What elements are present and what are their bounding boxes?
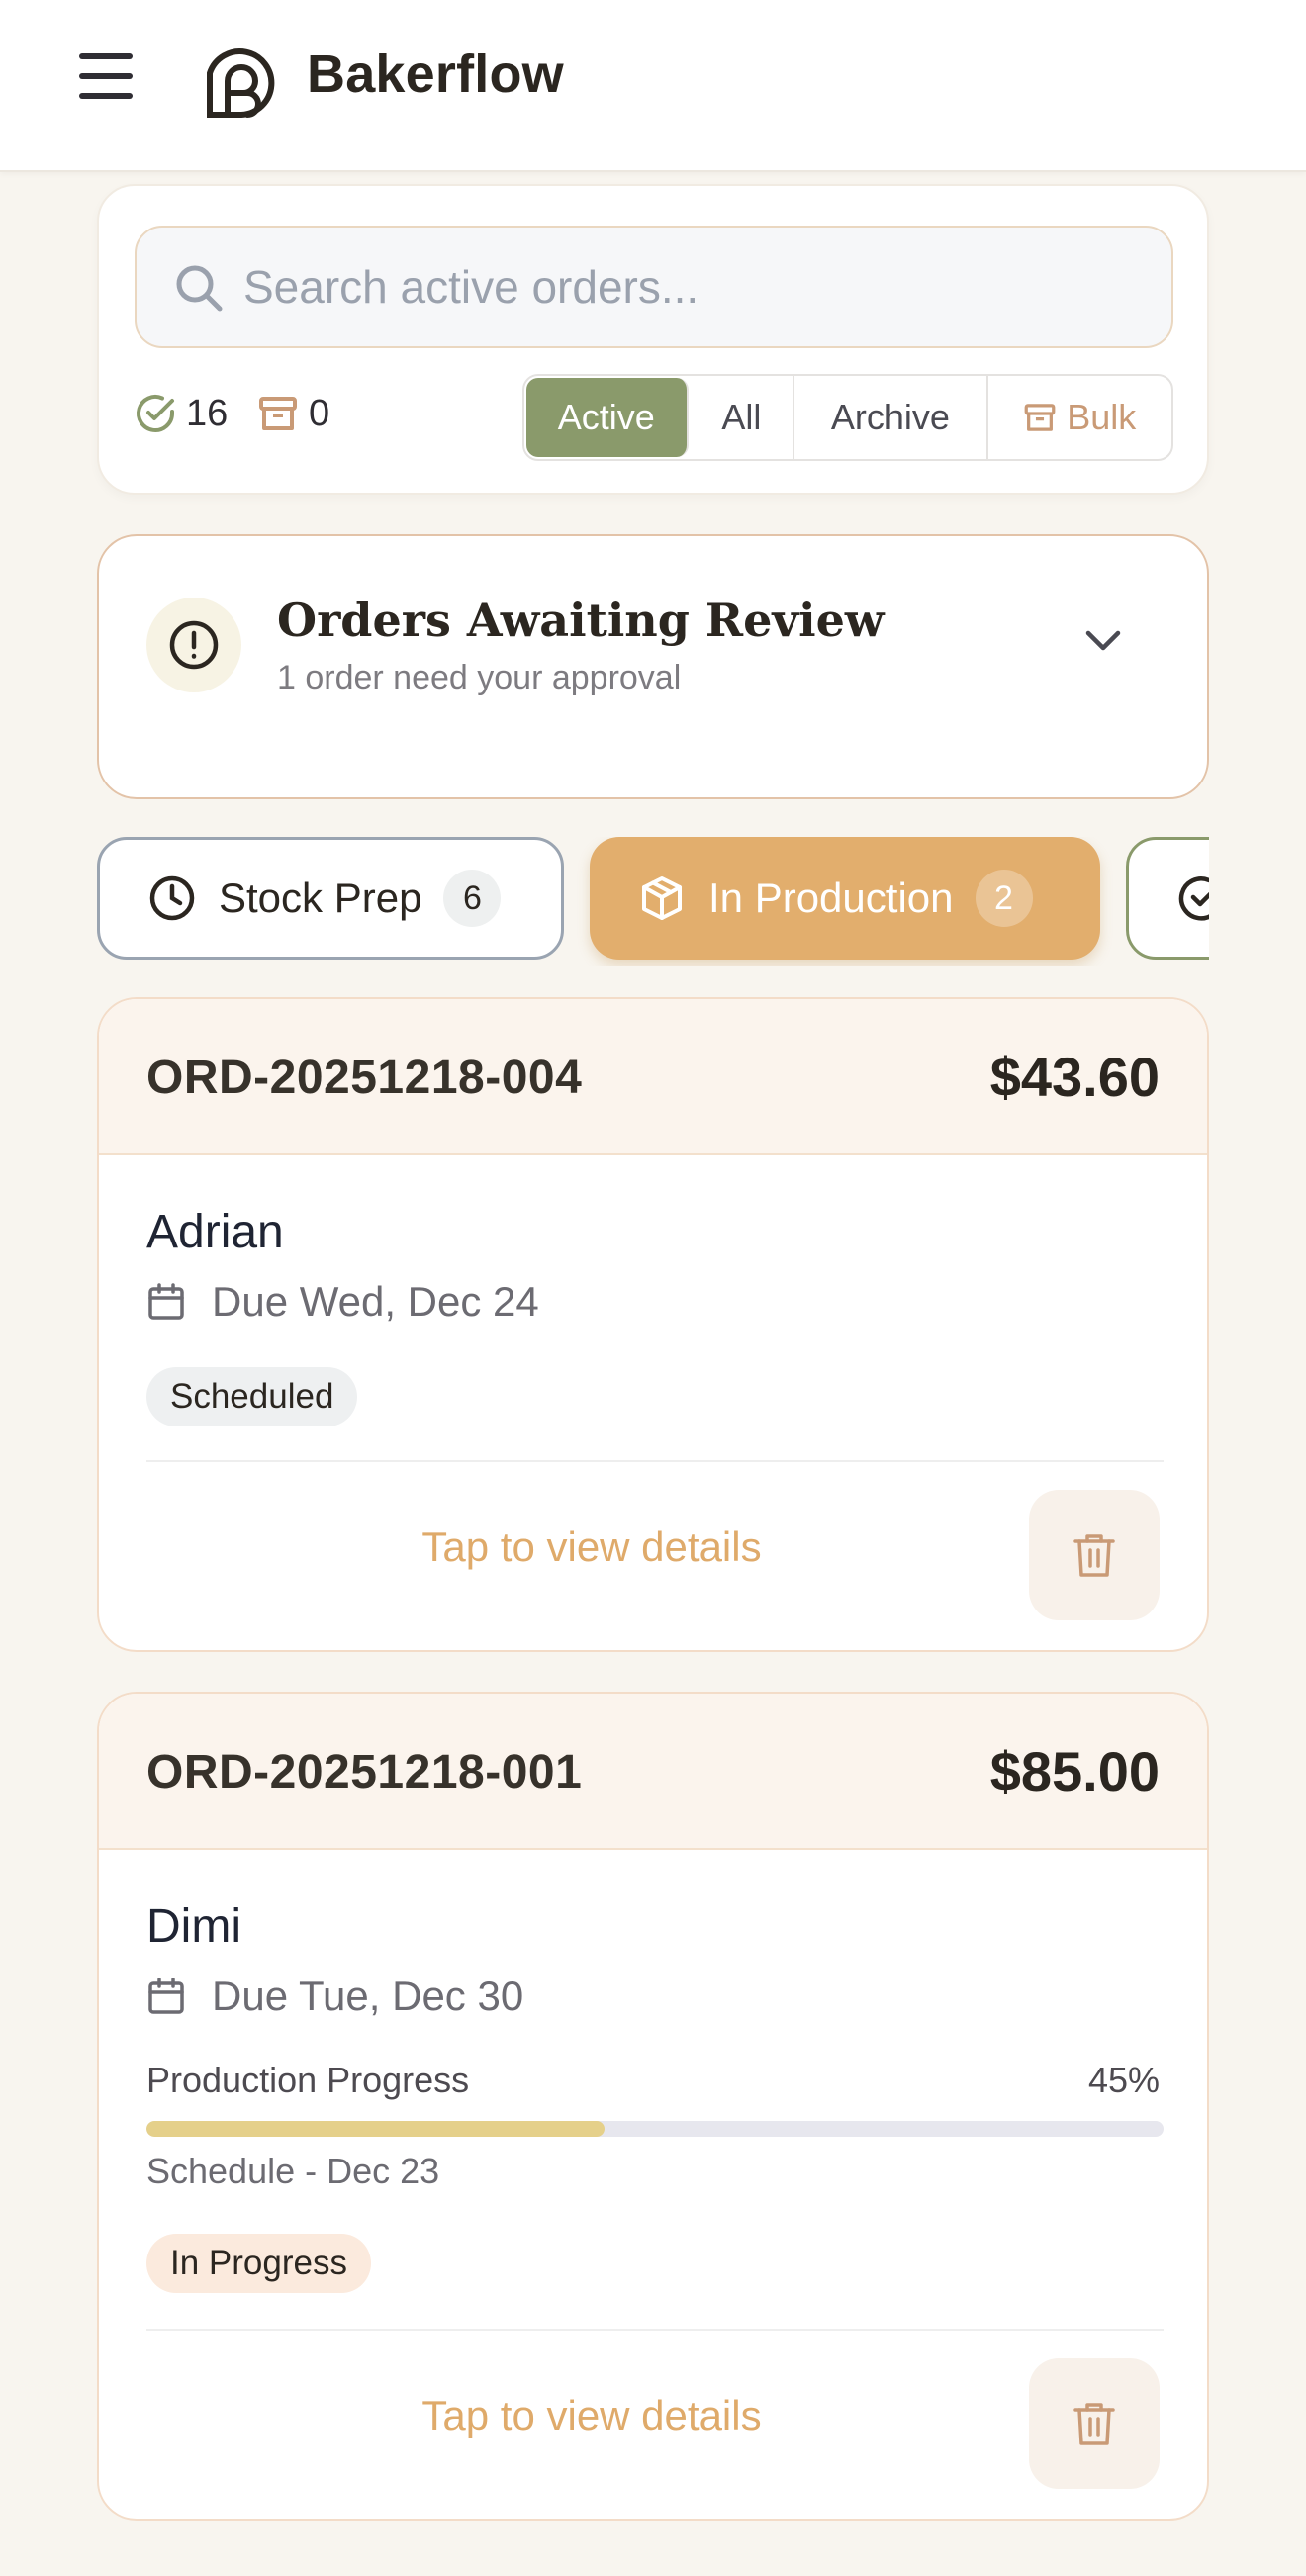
order-card[interactable]: ORD-20251218-001 $85.00 Dimi Due Tue, De… [97, 1692, 1209, 2521]
due-text: Due Tue, Dec 30 [212, 1973, 524, 2019]
order-id: ORD-20251218-001 [146, 1746, 583, 1798]
search-icon [176, 265, 223, 312]
app-name: Bakerflow [307, 45, 564, 104]
order-card[interactable]: ORD-20251218-004 $43.60 Adrian Due Wed, … [97, 997, 1209, 1652]
search-box[interactable] [135, 226, 1173, 348]
divider [146, 2329, 1164, 2331]
hamburger-icon[interactable] [77, 51, 135, 101]
view-filter-segmented-control: Active All Archive Bulk [522, 374, 1173, 461]
archived-count: 0 [309, 392, 330, 434]
tab-label: Stock Prep [219, 874, 422, 921]
due-date: Due Tue, Dec 30 [146, 1971, 523, 2022]
search-input[interactable] [243, 247, 1134, 326]
alert-icon-wrap [146, 598, 241, 692]
status-badge: Scheduled [146, 1367, 358, 1426]
tab-completed[interactable] [1126, 837, 1209, 960]
order-header: ORD-20251218-004 $43.60 [99, 999, 1207, 1155]
progress-label: Production Progress [146, 2060, 470, 2100]
delete-order-button[interactable] [1029, 1490, 1160, 1620]
customer-name: Dimi [146, 1900, 241, 1953]
top-app-bar: Bakerflow [0, 0, 1306, 172]
archive-icon [1024, 404, 1056, 431]
filter-archive-button[interactable]: Archive [794, 376, 988, 459]
tab-count: 6 [443, 870, 502, 927]
status-tabs: Stock Prep 6 In Production 2 [97, 837, 1209, 966]
tab-count: 2 [975, 870, 1033, 927]
trash-icon [1073, 1534, 1115, 1577]
progress-bar-fill [146, 2121, 605, 2137]
completed-stat: 16 [135, 392, 228, 435]
completed-count: 16 [186, 392, 229, 434]
search-filter-card: 16 0 Active All Archive Bulk [97, 184, 1209, 495]
progress-percent: 45% [1087, 2060, 1160, 2100]
trash-icon [1073, 2403, 1115, 2445]
schedule-text: Schedule - Dec 23 [146, 2151, 440, 2191]
order-price: $85.00 [989, 1740, 1160, 1802]
calendar-icon [148, 1283, 184, 1320]
check-circle-icon [137, 395, 174, 432]
divider [146, 1460, 1164, 1462]
archive-icon [259, 397, 297, 430]
order-header: ORD-20251218-001 $85.00 [99, 1694, 1207, 1850]
view-details-link[interactable]: Tap to view details [146, 2392, 1037, 2439]
tab-stock-prep[interactable]: Stock Prep 6 [97, 837, 564, 960]
bakerflow-logo-icon [207, 48, 275, 118]
delete-order-button[interactable] [1029, 2358, 1160, 2489]
archived-stat: 0 [257, 392, 329, 435]
review-title: Orders Awaiting Review [277, 594, 885, 647]
awaiting-review-card[interactable]: Orders Awaiting Review 1 order need your… [97, 534, 1209, 799]
chevron-down-icon[interactable] [1078, 615, 1128, 665]
tab-label: In Production [708, 874, 954, 921]
status-badge: In Progress [146, 2234, 371, 2293]
alert-circle-icon [169, 620, 219, 670]
box-icon [642, 876, 682, 920]
bulk-label: Bulk [1067, 397, 1137, 437]
customer-name: Adrian [146, 1206, 284, 1258]
order-id: ORD-20251218-004 [146, 1052, 583, 1104]
bulk-button[interactable]: Bulk [988, 376, 1171, 459]
tab-in-production[interactable]: In Production 2 [590, 837, 1100, 960]
due-date: Due Wed, Dec 24 [146, 1276, 539, 1328]
check-circle-icon [1178, 876, 1209, 921]
view-details-link[interactable]: Tap to view details [146, 1523, 1037, 1571]
order-price: $43.60 [989, 1046, 1160, 1108]
review-subtitle: 1 order need your approval [277, 659, 682, 696]
progress-bar [146, 2121, 1164, 2137]
filter-all-button[interactable]: All [691, 376, 795, 459]
due-text: Due Wed, Dec 24 [212, 1278, 539, 1325]
clock-icon [149, 875, 195, 921]
filter-active-button[interactable]: Active [526, 378, 689, 457]
calendar-icon [148, 1978, 184, 2014]
